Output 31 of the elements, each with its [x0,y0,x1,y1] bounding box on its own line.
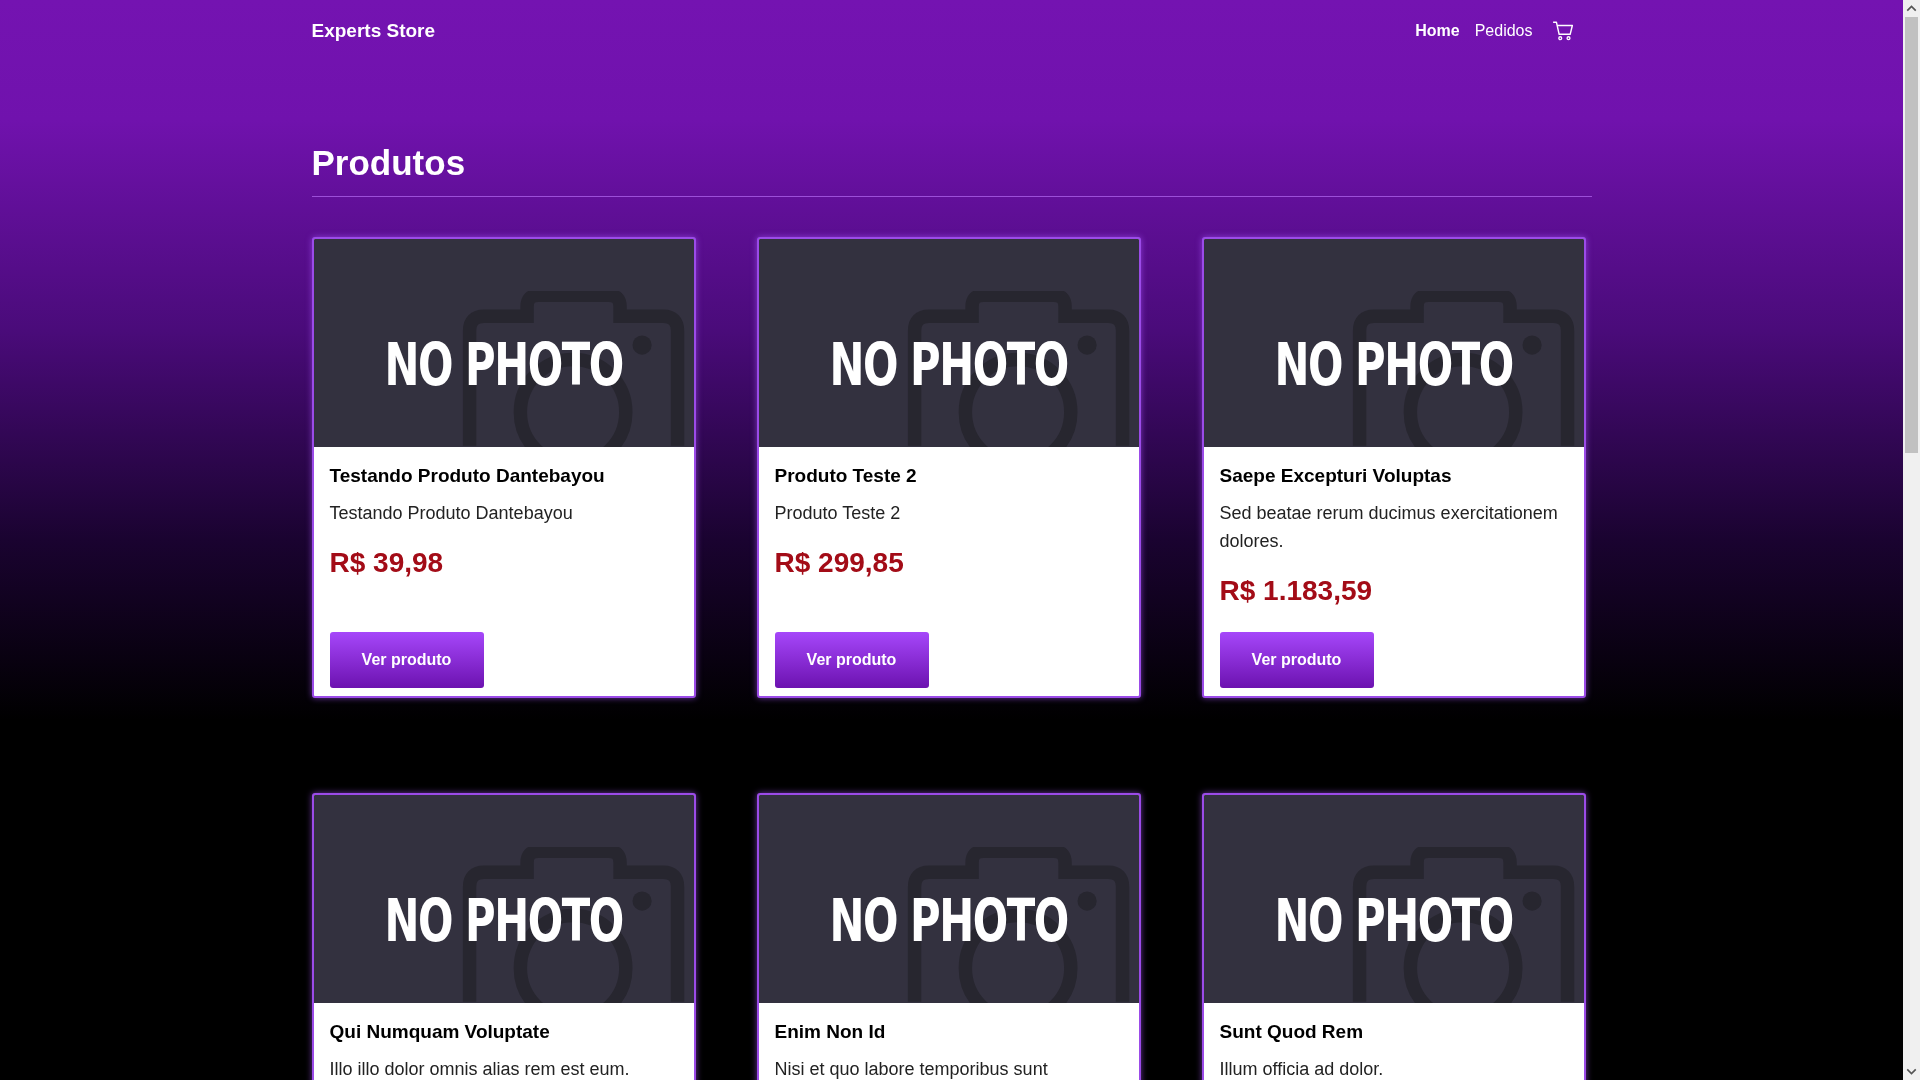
product-description: Testando Produto Dantebayou [329,502,574,525]
product-description: Nisi et quo labore temporibus sunt [774,1058,1049,1080]
brand-link[interactable]: Experts Store [311,20,436,42]
view-product-button[interactable]: Ver produto [329,632,484,688]
product-price: R$ 299,85 [774,547,905,579]
placeholder-text: NO PHOTO [829,331,1068,399]
product-description: Illum officia ad dolor. [1219,1058,1385,1080]
nav-link[interactable]: Home [1415,22,1460,40]
product-price: R$ 39,98 [329,547,445,579]
placeholder-text: NO PHOTO [384,331,623,399]
product-description: Illo illo dolor omnis alias rem est eum. [329,1058,631,1080]
placeholder-text: NO PHOTO [384,887,623,955]
product-name: Enim Non Id [774,1021,887,1043]
product-name: Testando Produto Dantebayou [329,465,606,487]
cart-icon[interactable] [1551,20,1574,42]
placeholder-text: NO PHOTO [1274,887,1513,955]
scrollbar-thumb[interactable] [1905,17,1918,453]
nav-link[interactable]: Pedidos [1474,22,1533,40]
product-name: Qui Numquam Voluptate [329,1021,551,1043]
placeholder-text: NO PHOTO [1274,331,1513,399]
product-description: Sed beatae rerum ducimus exercitationem dolores. [1219,502,1559,553]
scrollbar[interactable] [1903,0,1920,1080]
product-name: Saepe Excepturi Voluptas [1219,465,1453,487]
product-name: Produto Teste 2 [774,465,918,487]
product-description: Produto Teste 2 [774,502,902,525]
product-price: R$ 1.183,59 [1219,575,1374,607]
view-product-button[interactable]: Ver produto [774,632,929,688]
product-name: Sunt Quod Rem [1219,1021,1365,1043]
placeholder-text: NO PHOTO [829,887,1068,955]
page-title: Produtos [311,142,467,184]
view-product-button[interactable]: Ver produto [1219,632,1374,688]
